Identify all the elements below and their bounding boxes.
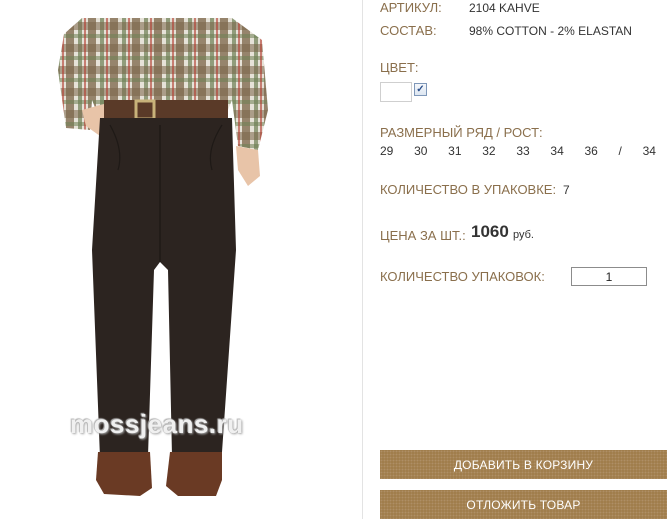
size-list: 29 30 31 32 33 34 36 / 34 [380,144,656,158]
pack-qty-value: 7 [563,183,570,197]
size-item: 31 [448,144,462,158]
article-value: 2104 KAHVE [469,1,540,15]
size-item: 30 [414,144,428,158]
height-item: 34 [642,144,656,158]
color-label: ЦВЕТ: [380,60,419,75]
price-currency: руб. [513,229,534,241]
product-photo [58,18,268,496]
composition-label: СОСТАВ: [380,23,437,38]
color-swatch[interactable] [380,82,412,102]
size-item: 33 [516,144,530,158]
pack-qty-label: КОЛИЧЕСТВО В УПАКОВКЕ: [380,182,557,197]
size-item: 29 [380,144,394,158]
size-separator: / [618,144,622,158]
color-checkbox[interactable]: ✓ [414,83,427,96]
watermark: mossjeans.ru [70,409,244,439]
add-to-cart-button[interactable]: ДОБАВИТЬ В КОРЗИНУ [380,450,667,479]
packs-quantity-input[interactable] [571,267,647,286]
panel-divider [362,0,363,519]
product-photo-panel: mossjeans.ru [0,0,362,519]
packs-label: КОЛИЧЕСТВО УПАКОВОК: [380,269,545,284]
size-item: 34 [550,144,564,158]
size-item: 36 [584,144,598,158]
composition-value: 98% COTTON - 2% ELASTAN [469,24,632,38]
price-value: 1060 [471,222,509,241]
size-item: 32 [482,144,496,158]
size-label: РАЗМЕРНЫЙ РЯД / РОСТ: [380,125,543,140]
defer-item-button[interactable]: ОТЛОЖИТЬ ТОВАР [380,490,667,519]
price-label: ЦЕНА ЗА ШТ.: [380,228,466,243]
article-label: АРТИКУЛ: [380,0,442,15]
